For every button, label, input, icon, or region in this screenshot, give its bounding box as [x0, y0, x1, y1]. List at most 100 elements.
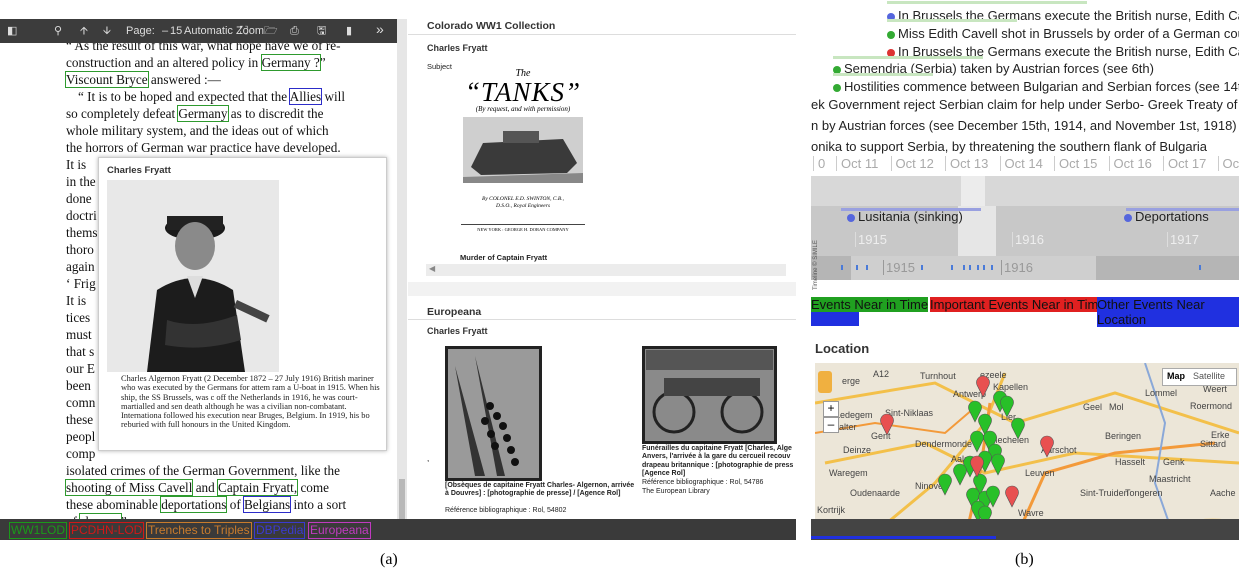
timeline-event-tick: [951, 265, 953, 270]
popup-title: Charles Fryatt: [107, 165, 171, 176]
timeline-band-days[interactable]: [811, 176, 1239, 206]
timeline-event[interactable]: Miss Edith Cavell shot in Brussels by or…: [887, 26, 1239, 41]
right-photo-ref: Référence bibliographique : Rol, 54786: [642, 479, 764, 486]
download-icon[interactable]: 🖫: [317, 22, 326, 40]
fullscreen-icon[interactable]: ⛶: [240, 22, 248, 40]
section-gap: [408, 282, 796, 296]
timeline-event-text[interactable]: ek Government reject Serbian claim for h…: [811, 97, 1239, 112]
timeline-event-text[interactable]: onika to support Serbia, by threatening …: [811, 139, 1207, 154]
map-place-label: Waregem: [829, 468, 868, 478]
horizontal-scrollbar[interactable]: ◀: [426, 264, 786, 276]
street-view-pegman-icon[interactable]: [818, 371, 832, 393]
timeline-year-label: 1917: [1167, 232, 1199, 247]
map-place-label: alter: [839, 422, 857, 432]
scroll-thumb[interactable]: [399, 479, 405, 519]
map-place-label: Sint-Truiden: [1080, 488, 1129, 498]
source-legend-item[interactable]: Trenches to Triples: [146, 522, 252, 539]
pdf-text-line: thoro: [66, 242, 94, 257]
event-legend-item[interactable]: Important Events Near in Time: [930, 297, 1106, 312]
pdf-text-line: It is: [66, 157, 87, 172]
pdf-text-line: our E: [66, 361, 95, 376]
linked-entity[interactable]: Viscount Bryce: [65, 71, 149, 88]
europeana-title: Europeana: [427, 306, 482, 318]
timeline-date-label: Oct 16: [1108, 156, 1152, 171]
map-place-label: Genk: [1163, 457, 1185, 467]
timeline-band-months[interactable]: Lusitania (sinking) Deportations 1915 1916 1…: [811, 206, 1239, 256]
pdf-scrollbar[interactable]: [397, 19, 407, 523]
map-type-control: Map Satellite: [1162, 368, 1237, 386]
linked-entity[interactable]: deportations: [160, 496, 228, 513]
search-icon[interactable]: ⚲: [54, 22, 62, 40]
page-number-input[interactable]: 15: [170, 22, 182, 40]
linked-entity[interactable]: shooting of Miss Cavell: [64, 479, 194, 496]
map-place-label: Lommel: [1145, 388, 1177, 398]
map-place-label: Mol: [1109, 402, 1124, 412]
colorado-caption: Murder of Captain Fryatt: [460, 253, 548, 262]
timeline-window-highlight: [958, 206, 996, 256]
pdf-text-line: thems: [66, 225, 98, 240]
entity-popup: Charles Fryatt Charles Algernon Fryatt (…: [98, 157, 387, 451]
linked-entity[interactable]: Germany: [177, 105, 229, 122]
map-type-satellite-button[interactable]: Satellite: [1193, 371, 1225, 381]
funeral-photo-left: [445, 346, 542, 481]
more-tools-icon[interactable]: »: [376, 20, 384, 38]
pdf-text-line: these abominable deportations of Belgian…: [66, 496, 347, 513]
linked-entity[interactable]: Allies: [288, 88, 323, 105]
previous-page-icon[interactable]: 🡩: [80, 22, 88, 40]
print-icon[interactable]: ⎙: [290, 22, 299, 40]
timeline-event-tick: [841, 265, 843, 270]
zoom-out-icon[interactable]: –: [162, 22, 168, 40]
event-legend-item[interactable]: Other Events Near Location: [1097, 297, 1239, 327]
panel-b-footer: [811, 519, 1239, 540]
source-legend-item[interactable]: DBPedia: [254, 522, 306, 539]
timeline-event[interactable]: Hostilities commence between Bulgarian a…: [833, 79, 1239, 94]
pdf-text-line: peopl: [66, 429, 96, 444]
event-legend-item[interactable]: Events Near in Time: [811, 297, 929, 312]
map-place-label: Leuven: [1025, 468, 1055, 478]
timeline-date-label: Oct 17: [1163, 156, 1206, 171]
map-place-label: Hasselt: [1115, 457, 1146, 467]
map-type-map-button[interactable]: Map: [1167, 371, 1185, 381]
europeana-person: Charles Fryatt: [427, 326, 488, 336]
pdf-text-line: been: [66, 378, 91, 393]
open-file-icon[interactable]: 🗁: [264, 22, 278, 40]
right-photo-title[interactable]: Funérailles du capitaine Fryatt [Charles…: [642, 445, 796, 479]
pdf-text-line: ‘ Frig: [66, 276, 96, 291]
timeline-band-event[interactable]: Lusitania (sinking): [847, 209, 963, 224]
source-legend-item[interactable]: WW1LOD: [9, 522, 67, 539]
left-photo-title[interactable]: [Obsèques de capitaine Fryatt Charles- A…: [445, 482, 635, 499]
colorado-person: Charles Fryatt: [427, 43, 488, 53]
zoom-in-button[interactable]: +: [823, 401, 839, 417]
bookmark-icon[interactable]: ▮: [346, 22, 352, 40]
next-page-icon[interactable]: 🡫: [103, 22, 111, 40]
map-place-label: Aache: [1210, 488, 1236, 498]
page-label: Page:: [126, 25, 155, 37]
timeline-band-years[interactable]: 1915 1916: [811, 256, 1239, 280]
timeline-band-event[interactable]: Deportations: [1124, 209, 1209, 224]
map-canvas[interactable]: A12 TurnhoutKapellenAntwerp Lommel WeertRoe…: [815, 363, 1239, 540]
event-map[interactable]: A12 Turnhout Kapellen Antwerp Lommel Weert Roe…: [815, 363, 1239, 540]
source-legend-item[interactable]: Europeana: [308, 522, 371, 539]
timeline-overview-year: 1916: [1001, 260, 1033, 275]
event-dot-icon: [1124, 213, 1132, 222]
timeline-date-label: Oct 14: [999, 156, 1043, 171]
scroll-left-icon[interactable]: ◀: [429, 264, 435, 273]
linked-entity[interactable]: Germany ?: [260, 54, 321, 71]
timeline-date-row: 0 Oct 11 Oct 12 Oct 13 Oct 14 Oct 15 Oct 16 Oct…: [811, 152, 1239, 176]
event-label: Lusitania (sinking): [858, 209, 963, 224]
pdf-text-line: shooting of Miss Cavell and Captain Frya…: [64, 479, 330, 496]
pdf-text-line: so completely defeat Germany as to discr…: [66, 105, 324, 122]
timeline-date-label: Oct 12: [890, 156, 934, 171]
zoom-out-button[interactable]: –: [823, 417, 839, 433]
linked-entity[interactable]: Belgians: [243, 496, 292, 513]
event-label: Miss Edith Cavell shot in Brussels by or…: [898, 26, 1239, 41]
source-legend-item[interactable]: PCDHN-LOD: [69, 522, 145, 539]
pdf-text-line: Viscount Bryce answered :—: [65, 71, 221, 88]
sidebar-toggle-icon[interactable]: ◧: [7, 22, 17, 40]
zoom-select[interactable]: Automatic Zoom: [184, 22, 264, 40]
pdf-text-line: “ As the result of this war, what hope h…: [66, 43, 341, 53]
location-heading: Location: [815, 341, 870, 356]
linked-entity[interactable]: Captain Fryatt,: [217, 479, 299, 496]
pdf-text-line: “ It is to be hoped and expected that th…: [78, 88, 345, 105]
timeline-event-text[interactable]: n by Austrian forces (see December 15th,…: [811, 118, 1237, 133]
